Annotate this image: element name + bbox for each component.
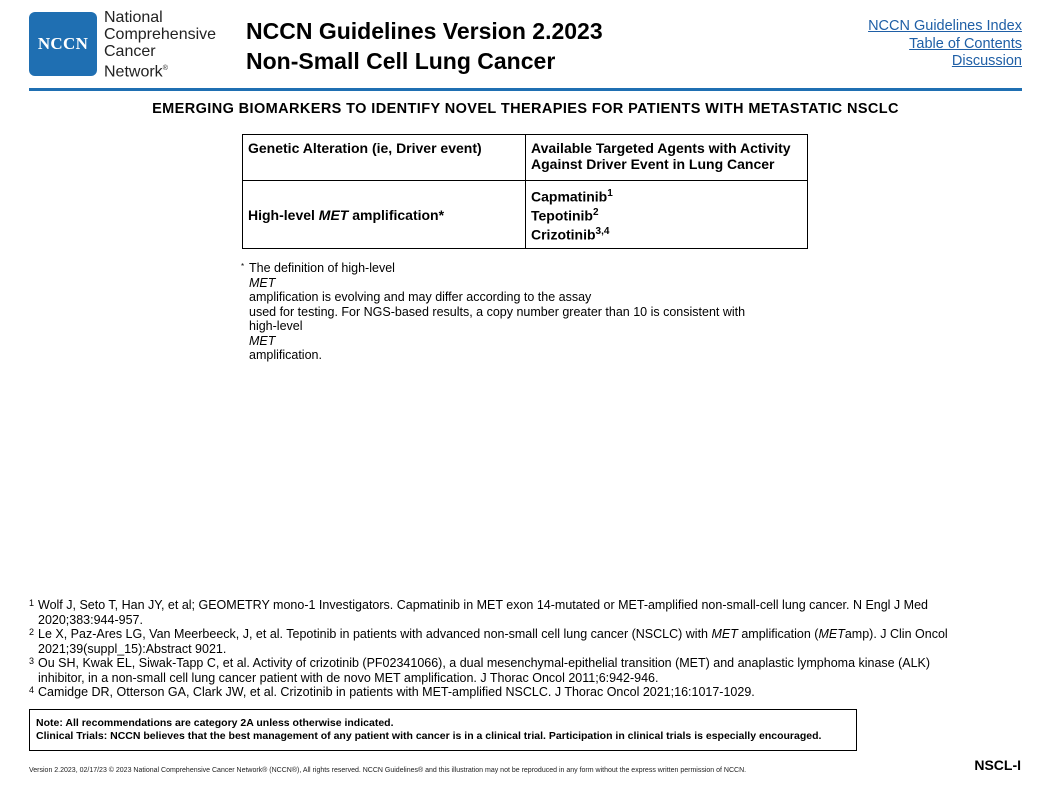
biomarker-table: Genetic Alteration (ie, Driver event) Av… (242, 134, 808, 250)
table-footnote: * The definition of high-level MET ampli… (241, 261, 821, 363)
reference-number: 3 (29, 656, 35, 666)
org-name-line: Cancer (104, 43, 156, 60)
reference-item: 1 Wolf J, Seto T, Han JY, et al; GEOMETR… (29, 598, 928, 627)
col-header-agents-line: Against Driver Event in Lung Cancer (531, 156, 775, 172)
guidelines-index-link[interactable]: NCCN Guidelines Index (868, 18, 1022, 36)
clinical-trials-note: Clinical Trials: NCCN believes that the … (36, 730, 822, 742)
reference-mark: 3,4 (595, 226, 610, 238)
nccn-logo: NCCN (29, 12, 97, 76)
table-of-contents-link[interactable]: Table of Contents (868, 36, 1022, 54)
agent-item: Capmatinib1 (531, 188, 613, 205)
col-header-alteration: Genetic Alteration (ie, Driver event) (242, 134, 526, 181)
footnote-line: The definition of high-level MET amplifi… (249, 261, 592, 304)
guideline-topic: Non-Small Cell Lung Cancer (246, 48, 556, 74)
reference-number: 1 (29, 598, 35, 608)
reference-number: 4 (29, 685, 35, 695)
page-identifier: NSCL-I (974, 757, 1021, 773)
table-header-row: Genetic Alteration (ie, Driver event) Av… (242, 134, 808, 181)
col-header-agents: Available Targeted Agents with Activity … (525, 134, 808, 181)
note-line: Note: All recommendations are category 2… (36, 717, 394, 729)
section-title: EMERGING BIOMARKERS TO IDENTIFY NOVEL TH… (152, 101, 899, 117)
org-name-line: National (104, 9, 163, 26)
header-divider (29, 88, 1022, 91)
agent-item: Crizotinib3,4 (531, 226, 610, 243)
page-title: NCCN Guidelines Version 2.2023 Non-Small… (246, 16, 603, 76)
top-links: NCCN Guidelines Index Table of Contents … (868, 18, 1022, 71)
table-row: High-level MET amplification* Capmatinib… (242, 179, 808, 250)
reference-number: 2 (29, 627, 35, 637)
org-name-line: Network® (104, 60, 216, 80)
copyright-footer: Version 2.2023, 02/17/23 © 2023 National… (29, 767, 747, 774)
registered-mark: ® (162, 65, 168, 72)
guideline-version: NCCN Guidelines Version 2.2023 (246, 18, 603, 44)
reference-item: 4 Camidge DR, Otterson GA, Clark JW, et … (29, 685, 755, 699)
footnote-mark: * (241, 262, 245, 271)
org-name: National Comprehensive Cancer Network® (104, 9, 216, 80)
reference-mark: 1 (607, 188, 613, 199)
discussion-link[interactable]: Discussion (868, 53, 1022, 71)
reference-item: 3 Ou SH, Kwak EL, Siwak-Tapp C, et al. A… (29, 656, 931, 685)
reference-mark: 2 (592, 207, 599, 219)
footnote-line: used for testing. For NGS-based results,… (249, 304, 746, 319)
reference-item: 2 Le X, Paz-Ares LG, Van Meerbeeck, J, e… (29, 627, 948, 656)
org-name-last: Network (104, 63, 163, 81)
col-header-agents-line: Available Targeted Agents with Activity (531, 140, 791, 156)
references: 1 Wolf J, Seto T, Han JY, et al; GEOMETR… (29, 598, 1019, 700)
alteration-cell: High-level MET amplification* (242, 179, 526, 250)
agent-item: Tepotinib2 (531, 207, 599, 224)
org-name-line: Comprehensive (104, 26, 217, 43)
footnote-line: high-level MET amplification. (249, 319, 322, 362)
agents-cell: Capmatinib1 Tepotinib2 Crizotinib3,4 (525, 179, 808, 250)
recommendations-note: Note: All recommendations are category 2… (29, 709, 857, 751)
gene-name: MET (318, 206, 349, 223)
